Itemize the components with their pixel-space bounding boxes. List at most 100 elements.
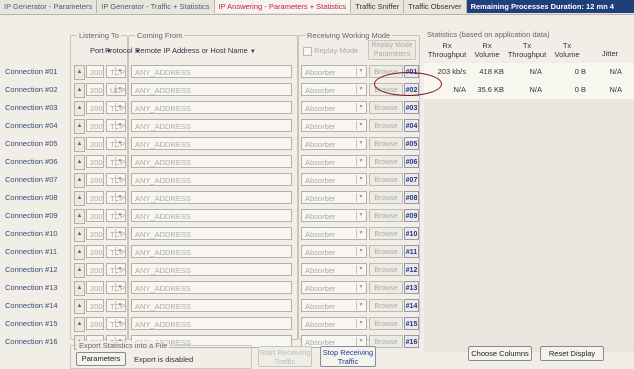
mode-select[interactable]: Absorber ▼ [301,245,367,258]
protocol-select[interactable]: TCP▼ [106,317,126,330]
mode-select[interactable]: Absorber ▼ [301,173,367,186]
tab-ip-answering-parameters-statistics[interactable]: IP Answering - Parameters + Statistics [214,0,352,13]
tab-traffic-observer[interactable]: Traffic Observer [404,0,467,13]
row-dropdown-button[interactable]: ▲ [74,227,85,242]
row-dropdown-button[interactable]: ▲ [74,155,85,170]
port-field[interactable]: 2009 [86,281,104,294]
browse-button[interactable]: Browse [369,191,403,204]
mode-select[interactable]: Absorber ▼ [301,65,367,78]
port-field[interactable]: 2009 [86,191,104,204]
row-dropdown-button[interactable]: ▲ [74,119,85,134]
browse-button[interactable]: Browse [369,119,403,132]
port-field[interactable]: 2009 [86,317,104,330]
browse-button[interactable]: Browse [369,227,403,240]
port-field[interactable]: 2009 [86,263,104,276]
parameters-button[interactable]: Parameters [76,352,126,366]
row-dropdown-button[interactable]: ▲ [74,245,85,260]
remote-address-field[interactable]: ANY_ADDRESS [131,155,292,168]
mode-select[interactable]: Absorber ▼ [301,119,367,132]
browse-button[interactable]: Browse [369,263,403,276]
protocol-select[interactable]: TCP▼ [106,245,126,258]
port-field[interactable]: 2009 [86,119,104,132]
rx-volume-header[interactable]: Rx Volume [470,41,504,59]
remote-address-field[interactable]: ANY_ADDRESS [131,281,292,294]
remote-address-field[interactable]: ANY_ADDRESS [131,101,292,114]
port-field[interactable]: 2009 [86,65,104,78]
browse-button[interactable]: Browse [369,173,403,186]
port-field[interactable]: 2009 [86,83,104,96]
tx-volume-header[interactable]: Tx Volume [550,41,584,59]
mode-select[interactable]: Absorber ▼ [301,281,367,294]
remote-address-field[interactable]: ANY_ADDRESS [131,65,292,78]
protocol-select[interactable]: TCP▼ [106,209,126,222]
row-dropdown-button[interactable]: ▲ [74,65,85,80]
browse-button[interactable]: Browse [369,245,403,258]
mode-select[interactable]: Absorber ▼ [301,83,367,96]
tab-traffic-sniffer[interactable]: Traffic Sniffer [351,0,405,13]
tab-ip-generator-parameters[interactable]: IP Generator - Parameters [0,0,98,13]
row-dropdown-button[interactable]: ▲ [74,101,85,116]
remote-address-field[interactable]: ANY_ADDRESS [131,299,292,312]
mode-select[interactable]: Absorber ▼ [301,317,367,330]
remote-address-field[interactable]: ANY_ADDRESS [131,245,292,258]
remote-address-field[interactable]: ANY_ADDRESS [131,83,292,96]
port-field[interactable]: 2009 [86,173,104,186]
mode-select[interactable]: Absorber ▼ [301,227,367,240]
port-field[interactable]: 2009 [86,209,104,222]
mode-select[interactable]: Absorber ▼ [301,137,367,150]
protocol-select[interactable]: TCP▼ [106,281,126,294]
stop-receiving-button[interactable]: Stop Receiving Traffic [320,346,376,367]
port-field[interactable]: 2009 [86,137,104,150]
protocol-select[interactable]: TCP▼ [106,155,126,168]
reset-display-button[interactable]: Reset Display [540,346,604,361]
jitter-header[interactable]: Jitter [590,45,630,63]
protocol-select[interactable]: TCP▼ [106,299,126,312]
port-field[interactable]: 2009 [86,227,104,240]
row-dropdown-button[interactable]: ▲ [74,263,85,278]
start-receiving-button[interactable]: Start Receiving Traffic [258,346,312,367]
row-dropdown-button[interactable]: ▲ [74,317,85,332]
remote-address-field[interactable]: ANY_ADDRESS [131,209,292,222]
row-dropdown-button[interactable]: ▲ [74,173,85,188]
protocol-select[interactable]: TCP▼ [106,101,126,114]
remote-address-field[interactable]: ANY_ADDRESS [131,263,292,276]
rx-throughput-header[interactable]: Rx Throughput [426,41,468,59]
row-dropdown-button[interactable]: ▲ [74,281,85,296]
mode-select[interactable]: Absorber ▼ [301,263,367,276]
port-field[interactable]: 2009 [86,245,104,258]
protocol-select[interactable]: TCP▼ [106,173,126,186]
mode-select[interactable]: Absorber ▼ [301,191,367,204]
browse-button[interactable]: Browse [369,101,403,114]
tab-ip-generator-traffic-statistics[interactable]: IP Generator - Traffic + Statistics [97,0,215,13]
browse-button[interactable]: Browse [369,281,403,294]
protocol-select[interactable]: UDP ▼ [106,83,126,96]
remote-header[interactable]: Remote IP Address or Host Name ▼ [135,46,256,55]
remote-address-field[interactable]: ANY_ADDRESS [131,137,292,150]
remote-address-field[interactable]: ANY_ADDRESS [131,191,292,204]
port-field[interactable]: 2009 [86,155,104,168]
remote-address-field[interactable]: ANY_ADDRESS [131,173,292,186]
protocol-select[interactable]: TCP▼ [106,191,126,204]
browse-button[interactable]: Browse [369,155,403,168]
tx-throughput-header[interactable]: Tx Throughput [506,41,548,59]
choose-columns-button[interactable]: Choose Columns [468,346,532,361]
mode-select[interactable]: Absorber ▼ [301,299,367,312]
remote-address-field[interactable]: ANY_ADDRESS [131,119,292,132]
replay-mode-checkbox[interactable]: Replay Mode [303,46,358,56]
protocol-select[interactable]: TCP▼ [106,137,126,150]
protocol-select[interactable]: TCP▼ [106,227,126,240]
mode-select[interactable]: Absorber ▼ [301,155,367,168]
row-dropdown-button[interactable]: ▲ [74,83,85,98]
protocol-select[interactable]: TCP▼ [106,119,126,132]
browse-button[interactable]: Browse [369,299,403,312]
row-dropdown-button[interactable]: ▲ [74,299,85,314]
browse-button[interactable]: Browse [369,317,403,330]
browse-button[interactable]: Browse [369,137,403,150]
protocol-select[interactable]: TCP▼ [106,65,126,78]
port-field[interactable]: 2009 [86,299,104,312]
protocol-select[interactable]: TCP▼ [106,263,126,276]
port-field[interactable]: 2009 [86,101,104,114]
row-dropdown-button[interactable]: ▲ [74,209,85,224]
remote-address-field[interactable]: ANY_ADDRESS [131,227,292,240]
remote-address-field[interactable]: ANY_ADDRESS [131,317,292,330]
